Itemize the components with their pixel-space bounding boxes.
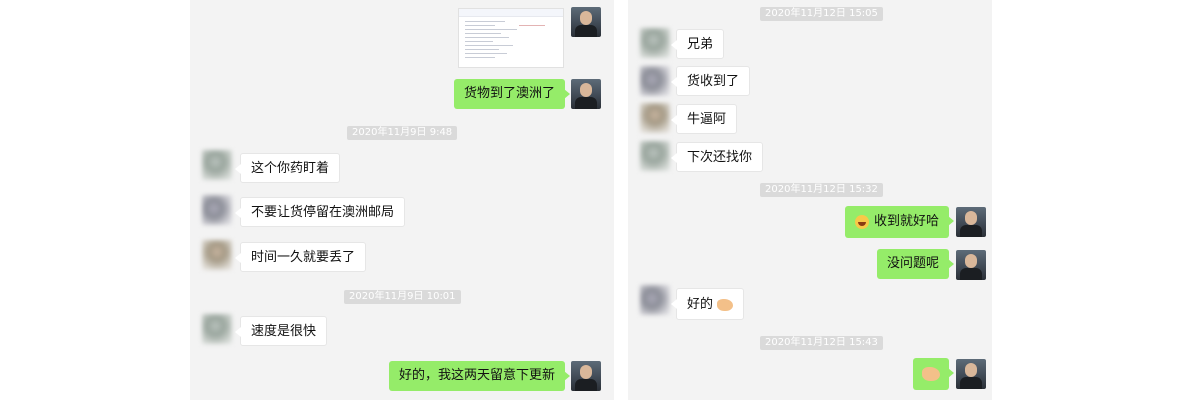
message-bubble-sent[interactable]: 货物到了澳洲了 bbox=[453, 79, 571, 109]
clapping-hands-emoji-icon bbox=[922, 366, 940, 381]
contact-avatar[interactable] bbox=[640, 285, 670, 315]
message-bubble-sent[interactable]: 没问题呢 bbox=[876, 249, 955, 279]
clapping-hands-emoji-icon bbox=[717, 298, 734, 311]
message-bubble-received[interactable]: 下次还找你 bbox=[670, 142, 764, 172]
timestamp: 2020年11月12日 15:05 bbox=[760, 7, 883, 21]
self-avatar[interactable] bbox=[956, 250, 986, 280]
contact-avatar[interactable] bbox=[202, 314, 232, 344]
message-bubble-received[interactable]: 时间一久就要丢了 bbox=[234, 242, 367, 272]
message-bubble-received[interactable]: 牛逼阿 bbox=[670, 104, 738, 134]
message-bubble-received[interactable]: 好的 bbox=[670, 288, 745, 320]
self-avatar[interactable] bbox=[956, 359, 986, 389]
contact-avatar[interactable] bbox=[640, 66, 670, 96]
timestamp: 2020年11月9日 10:01 bbox=[344, 290, 461, 304]
contact-avatar[interactable] bbox=[202, 240, 232, 270]
message-text: 好的 bbox=[687, 297, 714, 312]
chat-panel-right: 2020年11月12日 15:05 兄弟 货收到了 牛逼阿 下次还找你 2020… bbox=[628, 0, 992, 400]
message-bubble-received[interactable]: 速度是很快 bbox=[234, 316, 328, 346]
self-avatar[interactable] bbox=[571, 7, 601, 37]
contact-avatar[interactable] bbox=[640, 28, 670, 58]
image-toolbar bbox=[459, 9, 563, 17]
self-avatar[interactable] bbox=[571, 79, 601, 109]
contact-avatar[interactable] bbox=[640, 141, 670, 171]
chat-panel-left: 货物到了澳洲了 2020年11月9日 9:48 这个你药盯着 不要让货停留在澳洲… bbox=[190, 0, 614, 400]
message-bubble-received[interactable]: 不要让货停留在澳洲邮局 bbox=[234, 197, 406, 227]
laughing-tears-emoji-icon bbox=[854, 214, 869, 229]
message-text: 收到就好哈 bbox=[873, 214, 939, 229]
message-bubble-received[interactable]: 这个你药盯着 bbox=[234, 153, 341, 183]
message-bubble-received[interactable]: 兄弟 bbox=[670, 29, 725, 59]
screenshot-image-message[interactable] bbox=[458, 8, 564, 68]
timestamp: 2020年11月12日 15:32 bbox=[760, 183, 883, 197]
contact-avatar[interactable] bbox=[202, 150, 232, 180]
self-avatar[interactable] bbox=[571, 361, 601, 391]
self-avatar[interactable] bbox=[956, 207, 986, 237]
timestamp: 2020年11月9日 9:48 bbox=[347, 126, 458, 140]
message-bubble-sent[interactable]: 好的，我这两天留意下更新 bbox=[388, 361, 571, 391]
timestamp: 2020年11月12日 15:43 bbox=[760, 336, 883, 350]
message-bubble-received[interactable]: 货收到了 bbox=[670, 66, 751, 96]
contact-avatar[interactable] bbox=[202, 195, 232, 225]
message-bubble-sent[interactable]: 收到就好哈 bbox=[844, 206, 955, 238]
emoji-message-sent[interactable] bbox=[913, 358, 954, 390]
contact-avatar[interactable] bbox=[640, 103, 670, 133]
